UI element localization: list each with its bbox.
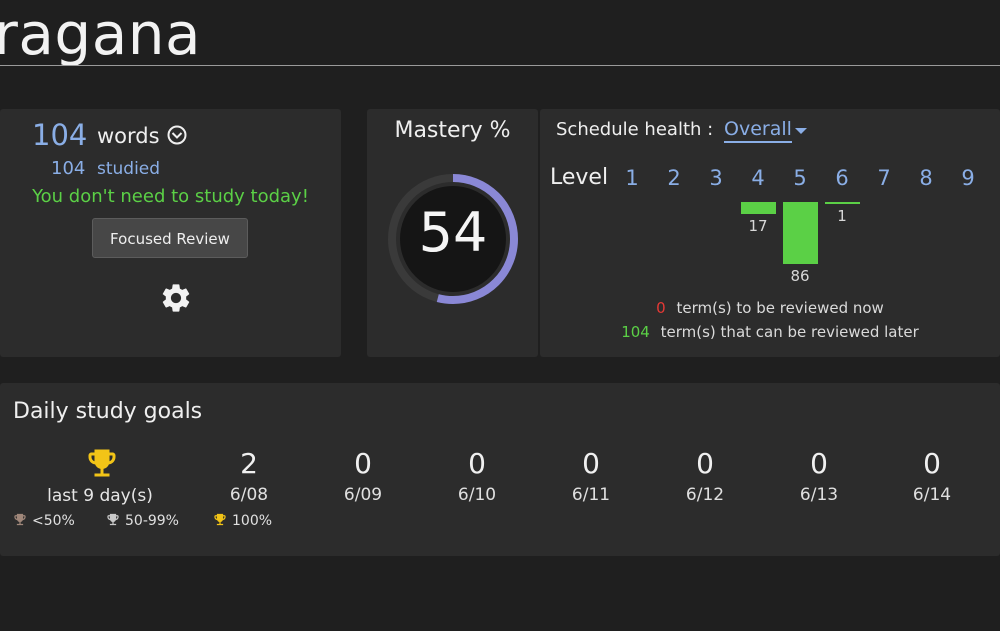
day-count: 0: [468, 447, 486, 480]
review-now-line: 0 term(s) to be reviewed now: [540, 299, 1000, 317]
day-date: 6/13: [799, 485, 839, 505]
review-later-text: term(s) that can be reviewed later: [660, 323, 919, 341]
streak-text: last 9 day(s): [47, 486, 153, 506]
word-label: words: [97, 124, 160, 148]
day-count: 0: [923, 447, 941, 480]
day-date: 6/12: [685, 485, 725, 505]
level-number: 5: [793, 166, 807, 190]
schedule-health-label: Schedule health :: [556, 119, 714, 140]
level-number: 1: [625, 166, 639, 190]
day-date: 6/09: [343, 485, 383, 505]
app-title: ragana: [0, 0, 202, 68]
gear-icon[interactable]: [159, 281, 193, 315]
chevron-down-circle-icon[interactable]: [167, 125, 187, 145]
day-goal-column: 0 6/10: [437, 444, 517, 505]
study-status-message: You don't need to study today!: [32, 186, 309, 207]
studied-count: 104: [51, 158, 86, 179]
title-divider: [0, 65, 1000, 66]
level-bar: [741, 202, 776, 214]
day-goal-column: 0 6/09: [323, 444, 403, 505]
day-goal-column: 0 6/13: [779, 444, 859, 505]
day-count: 0: [354, 447, 372, 480]
level-bar-label: 17: [748, 217, 768, 235]
level-number: 7: [877, 166, 891, 190]
level-bar-label: 1: [837, 207, 847, 225]
review-later-count: 104: [621, 323, 650, 341]
day-count: 2: [240, 447, 258, 480]
level-number: 4: [751, 166, 765, 190]
day-date: 6/14: [912, 485, 952, 505]
level-number: 2: [667, 166, 681, 190]
level-number: 9: [961, 166, 975, 190]
mastery-title: Mastery %: [394, 118, 511, 143]
legend-label: 100%: [232, 513, 273, 529]
review-later-line: 104 term(s) that can be reviewed later: [540, 323, 1000, 341]
review-now-text: term(s) to be reviewed now: [676, 299, 884, 317]
legend-100: 100%: [212, 512, 272, 529]
level-bar-label: 86: [790, 267, 810, 285]
mastery-value: 54: [418, 201, 488, 264]
day-goal-column: 0 6/12: [665, 444, 745, 505]
legend-label: <50%: [32, 513, 75, 529]
focused-review-button[interactable]: Focused Review: [92, 218, 248, 258]
level-number: 6: [835, 166, 849, 190]
level-bar: [825, 202, 860, 204]
legend-label: 50-99%: [125, 513, 179, 529]
schedule-view-dropdown[interactable]: Overall: [724, 118, 792, 143]
level-label: Level: [550, 165, 609, 190]
daily-goals-title: Daily study goals: [13, 399, 203, 424]
day-date: 6/11: [571, 485, 611, 505]
trophy-icon: [14, 513, 26, 526]
caret-down-icon[interactable]: [795, 128, 807, 134]
day-goal-column: 0 6/14: [892, 444, 972, 505]
day-count: 0: [582, 447, 600, 480]
trophy-icon: [214, 513, 226, 526]
review-now-count: 0: [656, 299, 666, 317]
day-goal-column: 0 6/11: [551, 444, 631, 505]
day-goal-column: 2 6/08: [209, 444, 289, 505]
day-date: 6/08: [229, 485, 269, 505]
day-count: 0: [810, 447, 828, 480]
studied-label: studied: [97, 159, 161, 179]
legend-50-99: 50-99%: [105, 512, 179, 529]
legend-below-50: <50%: [12, 512, 75, 529]
level-number: 8: [919, 166, 933, 190]
level-number: 3: [709, 166, 723, 190]
day-count: 0: [696, 447, 714, 480]
level-bar: [783, 202, 818, 264]
trophy-icon: [88, 449, 116, 477]
word-count: 104: [32, 118, 88, 152]
day-date: 6/10: [457, 485, 497, 505]
trophy-icon: [107, 513, 119, 526]
